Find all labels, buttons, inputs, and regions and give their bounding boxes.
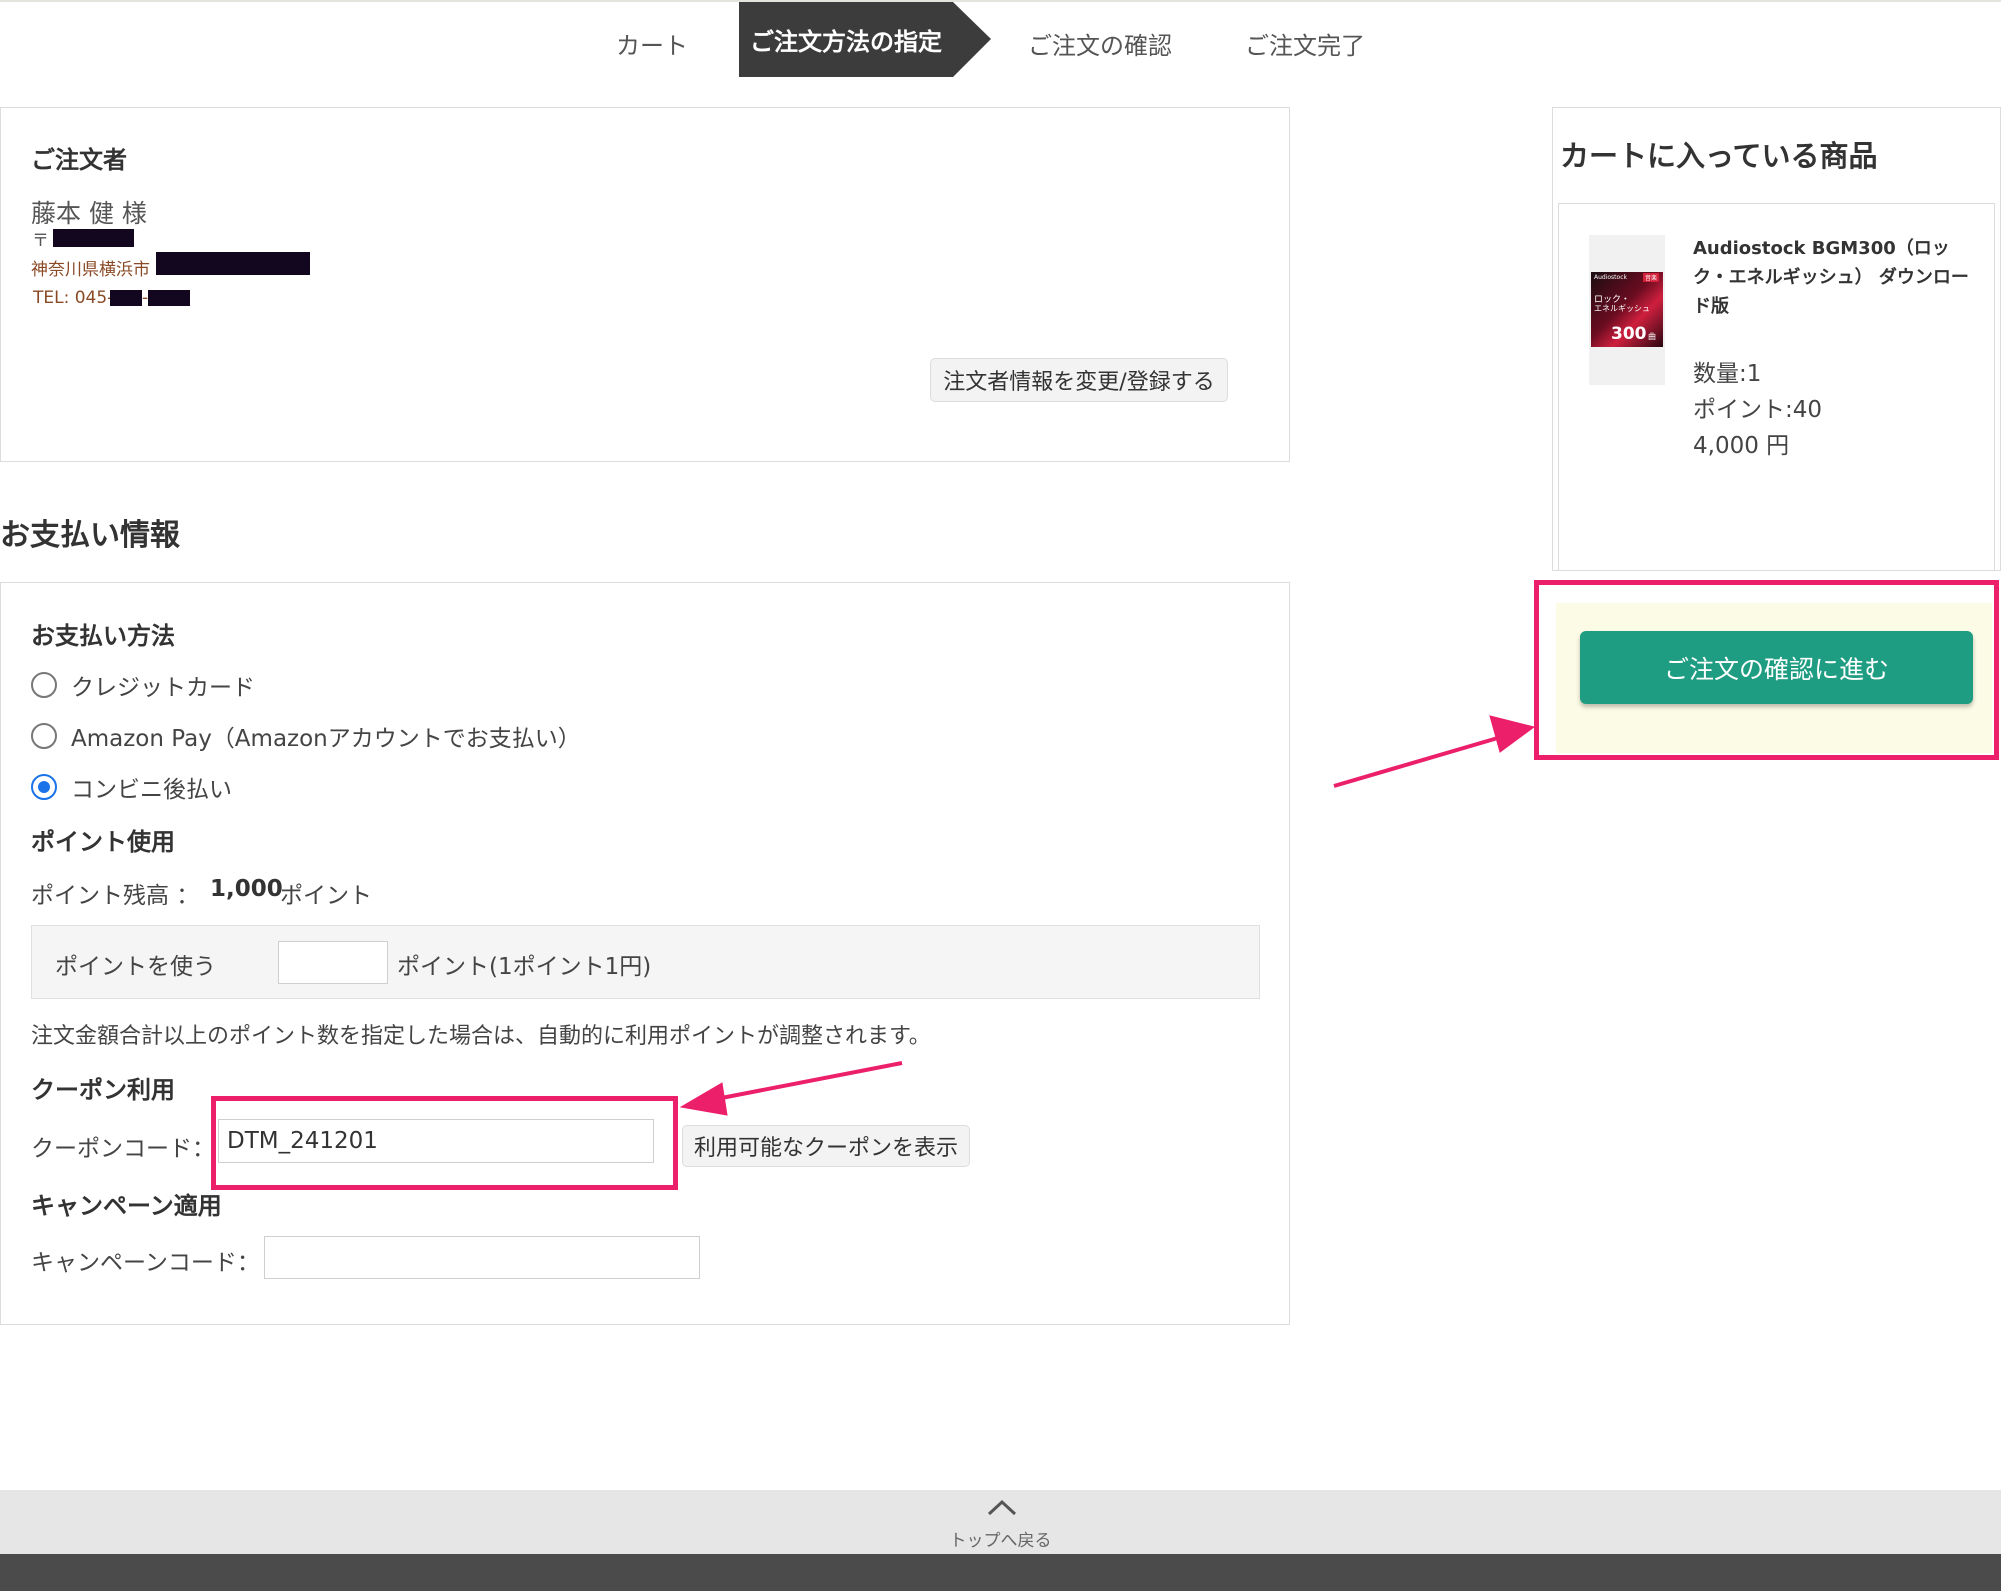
chevron-up-icon[interactable] bbox=[986, 1497, 1018, 1517]
annotation-arrows bbox=[679, 715, 1536, 1116]
arrow-to-cta-icon bbox=[1333, 715, 1536, 788]
arrow-to-coupon-icon bbox=[679, 1061, 903, 1116]
footer-dark-bar bbox=[0, 1554, 2001, 1591]
back-to-top-label[interactable]: トップへ戻る bbox=[0, 1526, 2001, 1551]
